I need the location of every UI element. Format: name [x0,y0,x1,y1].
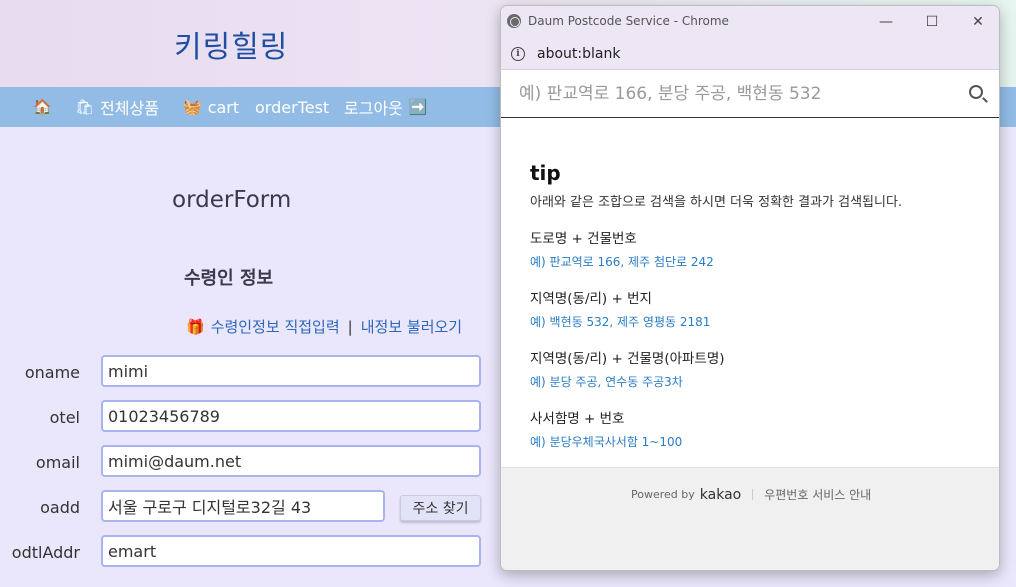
arrow-right-icon: ➡️ [408,98,428,116]
load-my-info-link[interactable]: 내정보 불러오기 [361,318,462,336]
nav-logout-label: 로그아웃 [344,99,403,118]
tip-label: 도로명 + 건물번호 [530,231,637,247]
minimize-button[interactable]: — [863,6,909,38]
basket-icon: 🧺 [183,98,202,116]
oadd-label: oadd [40,498,80,517]
oadd-input[interactable] [101,490,385,522]
oname-label: oname [24,363,80,382]
tip-example: 예) 분당우체국사서함 1~100 [530,435,683,449]
odtladdr-input[interactable] [101,535,481,567]
search-icon[interactable] [969,85,983,99]
postcode-popup-window: Daum Postcode Service - Chrome — ☐ ✕ i a… [500,5,1000,571]
nav-cart[interactable]: 🧺 cart [183,87,239,127]
odtladdr-label: odtlAddr [11,543,80,562]
tip-description: 아래와 같은 조합으로 검색을 하시면 더욱 정확한 결과가 검색됩니다. [530,195,903,210]
nav-products[interactable]: 🛍 전체상품 [75,87,159,127]
gift-icon: 🎁 [186,318,205,336]
kakao-logo[interactable]: kakao [700,487,741,503]
otel-label: otel [49,408,80,427]
link-separator: | [347,318,353,336]
site-brand[interactable]: 키링힐링 [174,22,288,66]
direct-input-link[interactable]: 수령인정보 직접입력 [211,318,340,336]
popup-footer: Powered by kakao 우편번호 서비스 안내 [501,467,999,570]
page-title: orderForm [172,187,292,213]
tip-area: tip 아래와 같은 조합으로 검색을 하시면 더욱 정확한 결과가 검색됩니다… [530,161,980,450]
nav-cart-label: cart [207,97,240,117]
tip-example: 예) 판교역로 166, 제주 첨단로 242 [530,255,714,269]
url-text[interactable]: about:blank [537,46,620,62]
maximize-button[interactable]: ☐ [909,6,955,38]
window-title: Daum Postcode Service - Chrome [528,14,729,28]
recipient-links: 🎁 수령인정보 직접입력 | 내정보 불러오기 [186,316,462,337]
oname-input[interactable] [101,355,481,387]
tip-title: tip [530,161,561,185]
tip-example: 예) 백현동 532, 제주 영평동 2181 [530,315,711,329]
tip-label: 사서함명 + 번호 [530,411,625,427]
powered-by: Powered by kakao 우편번호 서비스 안내 [631,486,871,503]
tip-label: 지역명(동/리) + 건물명(아파트명) [530,351,725,367]
close-button[interactable]: ✕ [955,6,999,38]
postcode-search-input[interactable] [519,78,959,110]
window-titlebar[interactable]: Daum Postcode Service - Chrome — ☐ ✕ [501,6,999,38]
address-bar: i about:blank [501,38,999,70]
tip-example: 예) 분당 주공, 연수동 주공3차 [530,375,683,389]
postcode-search-box [501,70,999,118]
info-icon[interactable]: i [511,47,525,61]
section-title: 수령인 정보 [184,268,274,289]
shopping-bag-icon: 🛍 [75,98,95,116]
nav-logout[interactable]: 로그아웃 ➡️ [344,87,434,127]
nav-home[interactable]: 🏠 [33,87,58,127]
find-address-button[interactable]: 주소 찾기 [400,495,481,521]
omail-label: omail [35,453,80,472]
omail-input[interactable] [101,445,481,477]
powered-by-label: Powered by [631,488,695,501]
service-info-link[interactable]: 우편번호 서비스 안내 [764,486,871,503]
otel-input[interactable] [101,400,481,432]
footer-divider [752,489,754,500]
nav-products-label: 전체상품 [100,99,159,118]
tip-label: 지역명(동/리) + 번지 [530,291,652,307]
home-icon: 🏠 [33,98,52,116]
nav-order-test-label: orderTest [255,97,330,117]
globe-icon [507,14,521,28]
nav-order-test[interactable]: orderTest [255,87,329,127]
